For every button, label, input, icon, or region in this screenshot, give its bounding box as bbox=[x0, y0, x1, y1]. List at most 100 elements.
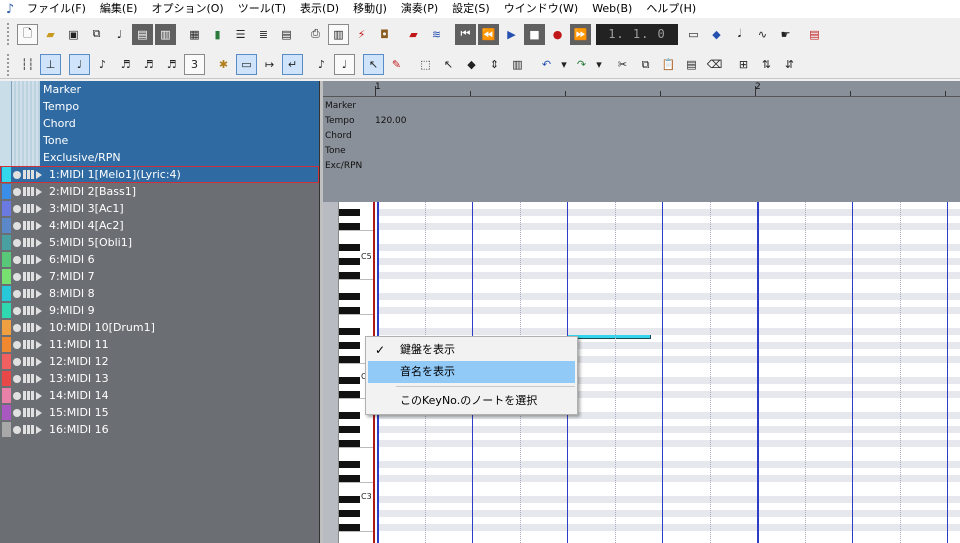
dotted-note-icon[interactable]: ✱ bbox=[213, 54, 234, 75]
track-row[interactable]: 6:MIDI 6 bbox=[0, 251, 319, 268]
mute-icon[interactable] bbox=[31, 306, 34, 315]
black-key[interactable] bbox=[339, 244, 360, 251]
track-controls[interactable] bbox=[11, 272, 45, 281]
track-view-icon[interactable]: ▦ bbox=[184, 24, 205, 45]
stop-icon[interactable]: ■ bbox=[524, 23, 545, 45]
eighth-note-icon[interactable]: ♪ bbox=[92, 54, 113, 75]
track-import-icon[interactable]: ▥ bbox=[155, 23, 176, 45]
expand-icon[interactable] bbox=[36, 340, 42, 349]
solo-icon[interactable] bbox=[13, 340, 21, 349]
list-view-icon[interactable]: ≣ bbox=[253, 24, 274, 45]
toolbar-grip[interactable] bbox=[7, 53, 13, 76]
redo-dropdown-icon[interactable]: ▾ bbox=[594, 54, 604, 75]
expand-icon[interactable] bbox=[36, 323, 42, 332]
paste-special-icon[interactable]: ▤ bbox=[681, 54, 702, 75]
black-key[interactable] bbox=[339, 496, 360, 503]
menu-move[interactable]: 移動(J) bbox=[346, 0, 394, 18]
menu-show-keyboard[interactable]: ✓ 鍵盤を表示 bbox=[366, 339, 577, 361]
solo-icon[interactable] bbox=[13, 272, 21, 281]
extend-icon[interactable]: ↦ bbox=[259, 54, 280, 75]
fast-forward-icon[interactable]: ⏩ bbox=[570, 23, 591, 45]
menu-edit[interactable]: 編集(E) bbox=[93, 0, 145, 18]
solo-icon[interactable] bbox=[13, 289, 21, 298]
pointer-tool-icon[interactable]: ↖ bbox=[363, 54, 384, 75]
copy-icon[interactable]: ⧉ bbox=[635, 54, 656, 75]
mute-icon[interactable] bbox=[27, 391, 30, 400]
black-key[interactable] bbox=[339, 223, 360, 230]
solo-icon[interactable] bbox=[13, 238, 21, 247]
track-controls[interactable] bbox=[11, 204, 45, 213]
guitar-icon[interactable]: ⚡ bbox=[351, 24, 372, 45]
eraser-icon[interactable]: ⌫ bbox=[704, 54, 725, 75]
black-key[interactable] bbox=[339, 440, 360, 447]
mute-icon[interactable] bbox=[27, 272, 30, 281]
track-controls[interactable] bbox=[11, 170, 45, 179]
black-key[interactable] bbox=[339, 510, 360, 517]
hand-cursor-icon[interactable]: ☛ bbox=[775, 24, 796, 45]
track-controls[interactable] bbox=[11, 323, 45, 332]
menu-tools[interactable]: ツール(T) bbox=[231, 0, 293, 18]
measure-ruler[interactable]: 1 2 bbox=[323, 81, 960, 97]
track-controls[interactable] bbox=[11, 187, 45, 196]
mute-icon[interactable] bbox=[27, 306, 30, 315]
expand-icon[interactable] bbox=[36, 289, 42, 298]
score-print-icon[interactable]: ▤ bbox=[804, 24, 825, 45]
mute-icon[interactable] bbox=[31, 408, 34, 417]
mute-icon[interactable] bbox=[27, 425, 30, 434]
import-audio-icon[interactable]: ♩ bbox=[109, 24, 130, 45]
menu-show-note-names[interactable]: 音名を表示 bbox=[368, 361, 575, 383]
quarter-note-icon[interactable]: ♩ bbox=[69, 54, 90, 75]
track-controls[interactable] bbox=[11, 340, 45, 349]
mute-icon[interactable] bbox=[23, 204, 26, 213]
note-value-icon[interactable]: 𝅘𝅥 bbox=[729, 24, 750, 45]
expand-icon[interactable] bbox=[36, 425, 42, 434]
solo-icon[interactable] bbox=[13, 357, 21, 366]
mute-icon[interactable] bbox=[31, 374, 34, 383]
expand-icon[interactable] bbox=[36, 272, 42, 281]
menu-settings[interactable]: 設定(S) bbox=[445, 0, 497, 18]
black-key[interactable] bbox=[339, 426, 360, 433]
mute-icon[interactable] bbox=[23, 357, 26, 366]
black-key[interactable] bbox=[339, 272, 360, 279]
track-row[interactable]: 14:MIDI 14 bbox=[0, 387, 319, 404]
mute-icon[interactable] bbox=[27, 323, 30, 332]
track-tone[interactable]: Tone bbox=[0, 132, 319, 149]
velocity-icon[interactable]: ⇅ bbox=[756, 54, 777, 75]
black-key[interactable] bbox=[339, 328, 360, 335]
score-icon[interactable]: ▰ bbox=[403, 24, 424, 45]
tempo-value[interactable]: 120.00 bbox=[375, 116, 407, 126]
mute-icon[interactable] bbox=[31, 391, 34, 400]
save-as-icon[interactable]: ⧉ bbox=[86, 24, 107, 45]
rewind-start-icon[interactable]: ⏮ bbox=[455, 23, 476, 45]
mute-icon[interactable] bbox=[31, 425, 34, 434]
black-key[interactable] bbox=[339, 524, 360, 531]
panel-icon[interactable]: ▭ bbox=[683, 24, 704, 45]
mute-icon[interactable] bbox=[31, 340, 34, 349]
track-controls[interactable] bbox=[11, 306, 45, 315]
redo-icon[interactable]: ↷ bbox=[571, 54, 592, 75]
mute-icon[interactable] bbox=[23, 340, 26, 349]
mute-icon[interactable] bbox=[31, 221, 34, 230]
solo-icon[interactable] bbox=[13, 323, 21, 332]
open-folder-icon[interactable]: ▰ bbox=[40, 24, 61, 45]
expand-icon[interactable] bbox=[36, 374, 42, 383]
mute-icon[interactable] bbox=[23, 408, 26, 417]
wave-edit-icon[interactable]: ∿ bbox=[752, 24, 773, 45]
add-icon[interactable]: ⊞ bbox=[733, 54, 754, 75]
select-range-icon[interactable]: ⬚ bbox=[415, 54, 436, 75]
black-key[interactable] bbox=[339, 475, 360, 482]
black-key[interactable] bbox=[339, 461, 360, 468]
track-controls[interactable] bbox=[11, 255, 45, 264]
pencil-tool-icon[interactable]: ✎ bbox=[386, 54, 407, 75]
expand-icon[interactable] bbox=[36, 391, 42, 400]
black-key[interactable] bbox=[339, 293, 360, 300]
mute-icon[interactable] bbox=[23, 187, 26, 196]
track-controls[interactable] bbox=[11, 425, 45, 434]
menu-options[interactable]: オプション(O) bbox=[144, 0, 230, 18]
track-row[interactable]: 12:MIDI 12 bbox=[0, 353, 319, 370]
mute-icon[interactable] bbox=[23, 374, 26, 383]
track-row[interactable]: 1:MIDI 1[Melo1](Lyric:4) bbox=[0, 166, 319, 183]
expand-icon[interactable] bbox=[36, 187, 42, 196]
expand-icon[interactable] bbox=[36, 357, 42, 366]
menu-select-notes-by-key[interactable]: このKeyNo.のノートを選択 bbox=[366, 390, 577, 412]
